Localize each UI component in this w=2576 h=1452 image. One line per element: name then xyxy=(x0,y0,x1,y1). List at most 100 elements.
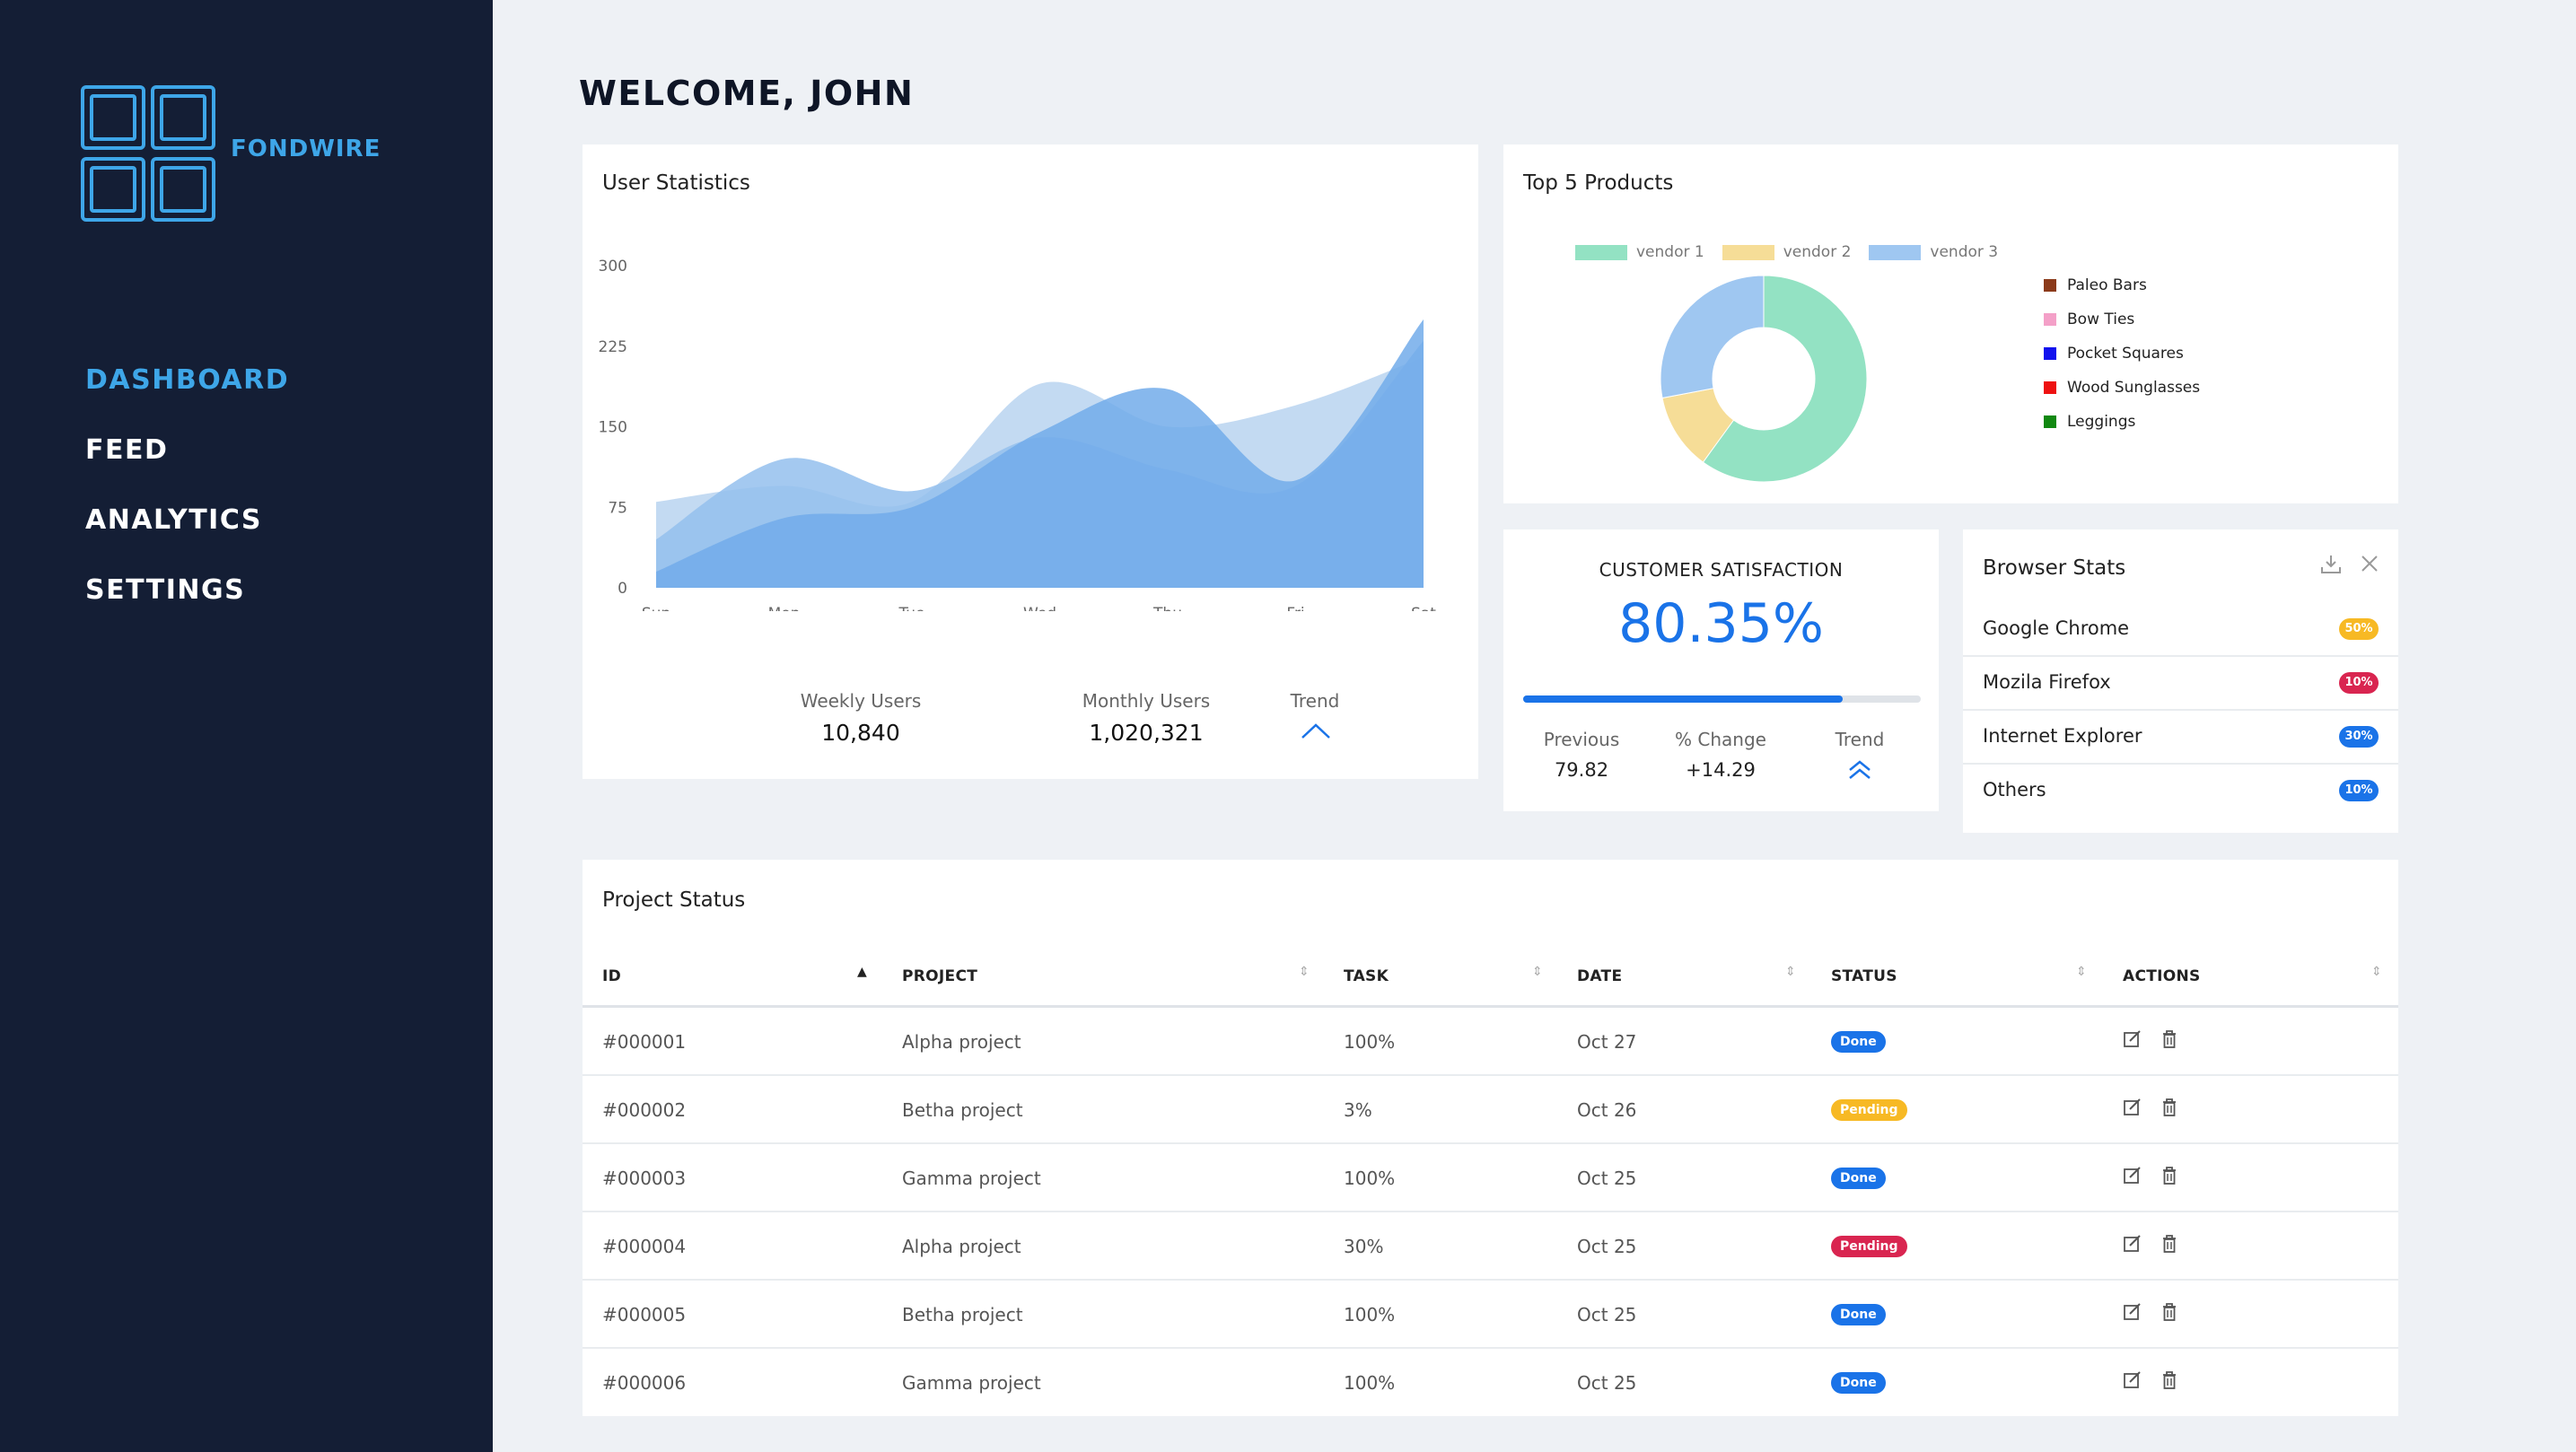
browser-name: Others xyxy=(1983,779,2046,800)
x-tick-label: Fri xyxy=(1286,605,1304,611)
y-tick-label: 0 xyxy=(618,580,627,598)
weekly-users-value: 10,840 xyxy=(821,720,900,746)
delete-icon[interactable] xyxy=(2160,1370,2178,1390)
logo-icon xyxy=(81,85,215,222)
table-row: #000002 Betha project 3% Oct 26 Pending xyxy=(583,1076,2398,1144)
x-tick-label: Sun xyxy=(642,605,670,611)
customer-satisfaction-card: CUSTOMER SATISFACTION 80.35% Previous 79… xyxy=(1503,529,1939,811)
main-nav: DASHBOARD FEED ANALYTICS SETTINGS xyxy=(85,359,289,639)
column-header-id[interactable]: ID xyxy=(602,967,621,985)
card-actions xyxy=(2319,553,2380,576)
donut-slice-vendor-3[interactable] xyxy=(1660,275,1765,399)
status-badge: Pending xyxy=(1831,1099,1907,1121)
satisfaction-progress-bar xyxy=(1523,695,1921,703)
table-row: #000006 Gamma project 100% Oct 25 Done xyxy=(583,1349,2398,1417)
browser-percent-badge: 30% xyxy=(2339,726,2379,748)
browser-name: Google Chrome xyxy=(1983,617,2130,639)
y-tick-label: 150 xyxy=(599,419,627,437)
products-donut-chart xyxy=(1660,275,1868,483)
x-tick-label: Sat xyxy=(1411,605,1436,611)
sidebar: FONDWIRE DASHBOARD FEED ANALYTICS SETTIN… xyxy=(0,0,493,1452)
edit-icon[interactable] xyxy=(2123,1098,2142,1117)
delete-icon[interactable] xyxy=(2160,1098,2178,1117)
browser-percent-badge: 50% xyxy=(2339,618,2379,640)
user-statistics-chart: 0 75 150 225 300 Sun Mon Tue Wed Thu Fri Sat xyxy=(599,258,1437,611)
delete-icon[interactable] xyxy=(2160,1029,2178,1049)
trend-label: Trend xyxy=(1290,690,1340,712)
table-row: #000001 Alpha project 100% Oct 27 Done xyxy=(583,1008,2398,1076)
cell-id: #000003 xyxy=(602,1168,687,1189)
sort-icon[interactable]: ⇕ xyxy=(1532,965,1543,979)
cell-project: Gamma project xyxy=(902,1168,1041,1189)
nav-item-feed[interactable]: FEED xyxy=(85,429,289,499)
status-badge: Done xyxy=(1831,1304,1886,1325)
column-header-date[interactable]: DATE xyxy=(1577,967,1622,985)
column-header-task[interactable]: TASK xyxy=(1344,967,1389,985)
browser-percent-badge: 10% xyxy=(2339,780,2379,801)
edit-icon[interactable] xyxy=(2123,1302,2142,1322)
delete-icon[interactable] xyxy=(2160,1234,2178,1254)
page-title: WELCOME, JOHN xyxy=(579,74,915,113)
status-badge: Done xyxy=(1831,1372,1886,1394)
cell-id: #000005 xyxy=(602,1304,687,1325)
chevron-up-icon xyxy=(1301,723,1330,739)
cell-id: #000006 xyxy=(602,1372,687,1394)
sort-icon[interactable]: ⇕ xyxy=(1299,965,1310,979)
x-tick-label: Thu xyxy=(1152,605,1182,611)
edit-icon[interactable] xyxy=(2123,1234,2142,1254)
legend-pocket-squares: Pocket Squares xyxy=(2044,337,2200,371)
vendor-legend: vendor 1 vendor 2 vendor 3 xyxy=(1575,243,1998,261)
legend-bow-ties: Bow Ties xyxy=(2044,302,2200,337)
y-tick-label: 300 xyxy=(599,258,627,276)
cell-id: #000001 xyxy=(602,1031,687,1053)
y-tick-label: 75 xyxy=(608,499,627,517)
sort-ascending-icon[interactable]: ▲ xyxy=(857,965,867,979)
previous-value: 79.82 xyxy=(1554,759,1609,781)
browser-row-firefox: Mozila Firefox 10% xyxy=(1963,657,2398,711)
browser-percent-badge: 10% xyxy=(2339,672,2379,694)
change-stat: % Change +14.29 xyxy=(1662,729,1779,781)
x-tick-label: Tue xyxy=(898,605,924,611)
download-icon[interactable] xyxy=(2319,553,2343,576)
browser-name: Internet Explorer xyxy=(1983,725,2142,747)
legend-vendor-1[interactable]: vendor 1 xyxy=(1575,243,1704,261)
card-title: Project Status xyxy=(602,888,746,912)
nav-item-dashboard[interactable]: DASHBOARD xyxy=(85,359,289,429)
sort-icon[interactable]: ⇕ xyxy=(2076,965,2087,979)
cell-project: Alpha project xyxy=(902,1031,1021,1053)
change-value: +14.29 xyxy=(1686,759,1756,781)
sort-icon[interactable]: ⇕ xyxy=(2371,965,2382,979)
nav-item-analytics[interactable]: ANALYTICS xyxy=(85,499,289,569)
nav-item-settings[interactable]: SETTINGS xyxy=(85,569,289,639)
cell-task: 100% xyxy=(1344,1372,1396,1394)
legend-vendor-3[interactable]: vendor 3 xyxy=(1869,243,1998,261)
column-header-project[interactable]: PROJECT xyxy=(902,967,977,985)
table-row: #000005 Betha project 100% Oct 25 Done xyxy=(583,1281,2398,1349)
cell-project: Gamma project xyxy=(902,1372,1041,1394)
delete-icon[interactable] xyxy=(2160,1302,2178,1322)
sort-icon[interactable]: ⇕ xyxy=(1785,965,1796,979)
cell-project: Betha project xyxy=(902,1304,1023,1325)
top-products-card: Top 5 Products vendor 1 vendor 2 vendor … xyxy=(1503,144,2398,503)
column-header-status[interactable]: STATUS xyxy=(1831,967,1897,985)
cell-date: Oct 25 xyxy=(1577,1304,1637,1325)
products-legend: Paleo Bars Bow Ties Pocket Squares Wood … xyxy=(2044,268,2200,439)
delete-icon[interactable] xyxy=(2160,1166,2178,1185)
trend-stat: Trend xyxy=(1801,729,1918,784)
card-title: Top 5 Products xyxy=(1523,171,1674,195)
card-title: Browser Stats xyxy=(1983,556,2126,580)
change-label: % Change xyxy=(1675,729,1766,750)
edit-icon[interactable] xyxy=(2123,1370,2142,1390)
browser-name: Mozila Firefox xyxy=(1983,671,2111,693)
cell-task: 100% xyxy=(1344,1304,1396,1325)
legend-vendor-2[interactable]: vendor 2 xyxy=(1722,243,1851,261)
close-icon[interactable] xyxy=(2359,553,2380,574)
edit-icon[interactable] xyxy=(2123,1166,2142,1185)
edit-icon[interactable] xyxy=(2123,1029,2142,1049)
trend-label: Trend xyxy=(1835,729,1885,750)
legend-paleo-bars: Paleo Bars xyxy=(2044,268,2200,302)
browser-stats-card: Browser Stats Google Chrome 50% Mozila F… xyxy=(1963,529,2398,833)
browser-row-chrome: Google Chrome 50% xyxy=(1963,603,2398,657)
weekly-users-label: Weekly Users xyxy=(800,690,922,712)
cell-task: 30% xyxy=(1344,1236,1384,1257)
